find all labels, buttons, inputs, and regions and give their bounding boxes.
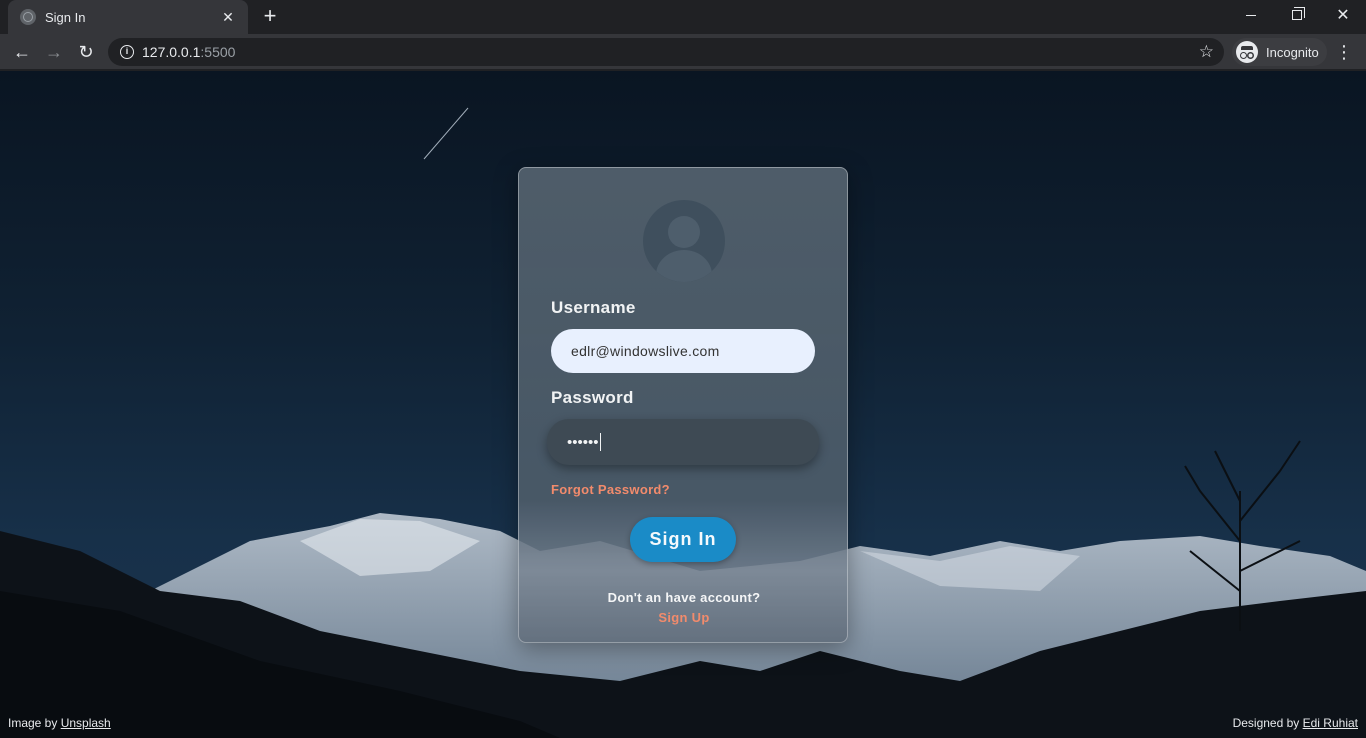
new-tab-button[interactable]: + [258, 5, 282, 29]
tab-title: Sign In [45, 9, 86, 25]
restore-icon [1292, 7, 1305, 20]
url-port: :5500 [200, 44, 236, 60]
star-icon[interactable]: ☆ [1199, 42, 1214, 62]
forgot-password-link[interactable]: Forgot Password? [551, 482, 670, 497]
image-credit: Image by Unsplash [8, 716, 111, 730]
designer-credit-prefix: Designed by [1232, 716, 1303, 730]
no-account-text: Don't an have account? [607, 590, 761, 605]
login-card: Username Password •••••• Forgot Password… [518, 167, 848, 643]
incognito-icon [1236, 41, 1258, 63]
sign-up-link[interactable]: Sign Up [658, 610, 709, 625]
info-icon[interactable]: i [120, 45, 134, 59]
minimize-icon [1246, 14, 1256, 16]
tab-sign-in[interactable]: Sign In ✕ [8, 0, 248, 34]
tab-strip: Sign In ✕ + ✕ [0, 0, 1366, 34]
window-close-button[interactable]: ✕ [1320, 0, 1366, 30]
address-bar[interactable]: i 127.0.0.1:5500 ☆ [108, 38, 1224, 66]
incognito-label: Incognito [1266, 44, 1319, 60]
image-credit-prefix: Image by [8, 716, 61, 730]
restore-button[interactable] [1274, 0, 1320, 30]
username-input[interactable] [551, 329, 815, 373]
designer-link[interactable]: Edi Ruhiat [1303, 716, 1358, 730]
minimize-button[interactable] [1228, 0, 1274, 30]
tab-close-icon[interactable]: ✕ [220, 9, 236, 25]
page-content: Username Password •••••• Forgot Password… [0, 71, 1366, 738]
avatar-icon [643, 200, 725, 282]
password-input[interactable]: •••••• [547, 419, 819, 465]
password-masked-value: •••••• [567, 433, 599, 451]
more-vert-icon[interactable]: ⋮ [1334, 38, 1354, 66]
back-arrow-icon[interactable]: ← [8, 38, 36, 66]
text-caret [599, 433, 601, 451]
username-label: Username [551, 298, 636, 317]
sign-up-row: Sign Up [519, 609, 847, 627]
unsplash-link[interactable]: Unsplash [61, 716, 111, 730]
reload-icon[interactable]: ↻ [72, 38, 100, 66]
sign-in-button[interactable]: Sign In [630, 517, 736, 562]
globe-icon [20, 9, 36, 25]
browser-toolbar: ← → ↻ i 127.0.0.1:5500 ☆ Incognito ⋮ [0, 34, 1366, 70]
designer-credit: Designed by Edi Ruhiat [1233, 716, 1358, 730]
forward-arrow-icon[interactable]: → [40, 38, 68, 66]
password-label: Password [551, 388, 634, 407]
url-host: 127.0.0.1 [142, 44, 201, 60]
incognito-profile-button[interactable]: Incognito [1232, 38, 1327, 66]
